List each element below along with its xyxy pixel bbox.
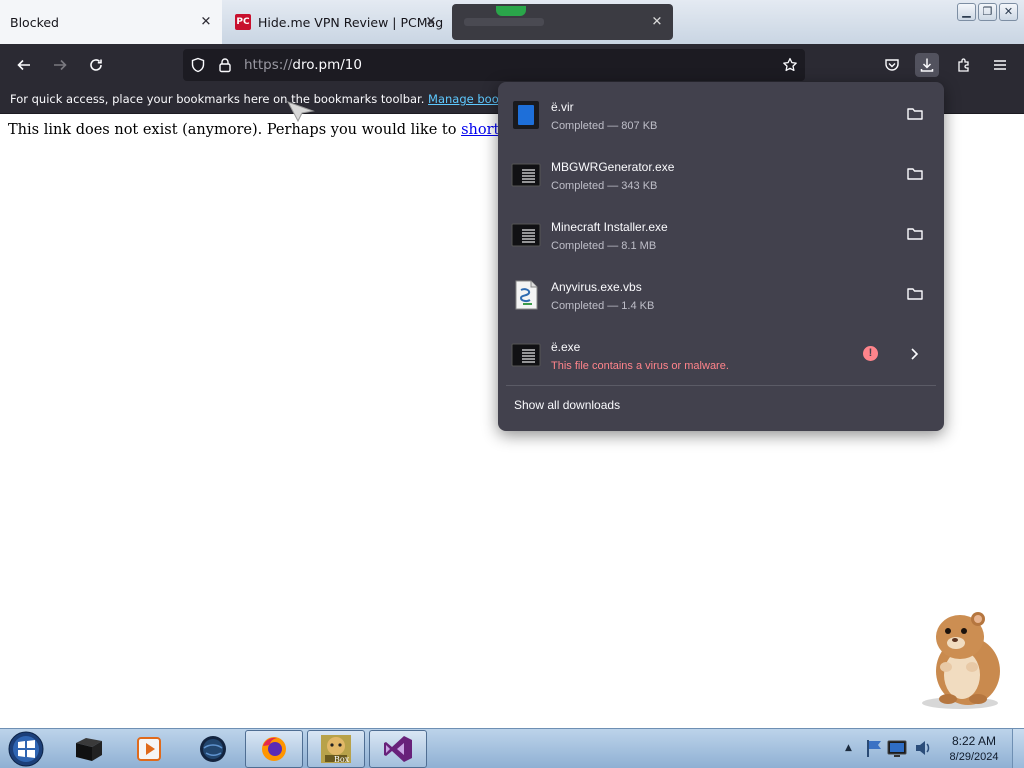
system-clock[interactable]: 8:22 AM 8/29/2024 (940, 733, 1008, 765)
malware-warning-text: This file contains a virus or malware. (551, 360, 729, 372)
tab-label (464, 18, 544, 26)
warning-icon: ! (863, 346, 878, 361)
blue-doc-icon (513, 101, 539, 129)
action-center-flag-icon[interactable] (864, 737, 886, 759)
folder-icon[interactable] (906, 165, 924, 183)
globe-icon (200, 736, 226, 762)
url-host: dro.pm/10 (292, 57, 362, 73)
folder-icon[interactable] (906, 105, 924, 123)
forward-arrow-icon[interactable] (48, 53, 72, 77)
download-item[interactable]: ë.vir Completed — 807 KB (506, 86, 936, 142)
bookmarks-hint: For quick access, place your bookmarks h… (10, 86, 552, 112)
start-orb-icon[interactable] (6, 730, 46, 768)
tab-label: Hide.me VPN Review | PCMag (258, 14, 444, 30)
firefox-app[interactable] (245, 730, 303, 768)
close-icon[interactable]: ✕ (423, 15, 439, 30)
terminal-app[interactable] (60, 730, 118, 768)
pcmag-favicon-icon: PC (235, 14, 251, 30)
download-status: Completed — 8.1 MB (551, 240, 657, 252)
lock-icon[interactable] (213, 53, 237, 77)
downloads-panel: ë.vir Completed — 807 KB MBGWRGenerator.… (498, 82, 944, 431)
page-message: This link does not exist (anymore). Perh… (8, 122, 568, 138)
tab-pcmag[interactable]: PC Hide.me VPN Review | PCMag ✕ (225, 0, 447, 44)
network-monitor-icon[interactable] (886, 737, 908, 759)
download-item[interactable]: Anyvirus.exe.vbs Completed — 1.4 KB (506, 266, 936, 322)
globe-app[interactable] (184, 730, 242, 768)
download-status: Completed — 807 KB (551, 120, 658, 132)
exe-icon (511, 343, 541, 367)
sandbox-label: Box (334, 755, 350, 764)
download-status: Completed — 1.4 KB (551, 300, 655, 312)
tab-third[interactable]: ✕ (452, 4, 673, 40)
media-player-icon (137, 737, 161, 761)
exe-icon (511, 223, 541, 247)
divider (506, 385, 936, 386)
volume-icon[interactable] (912, 737, 934, 759)
folder-icon[interactable] (906, 225, 924, 243)
media-player-app[interactable] (120, 730, 178, 768)
close-icon[interactable]: ✕ (649, 15, 665, 30)
reload-icon[interactable] (84, 53, 108, 77)
visual-studio-app[interactable] (369, 730, 427, 768)
minimize-icon[interactable]: ▁ (957, 3, 976, 21)
close-icon[interactable]: ✕ (198, 15, 214, 30)
close-window-icon[interactable]: ✕ (999, 3, 1018, 21)
firefox-icon (262, 737, 286, 761)
tab-label: Blocked (10, 14, 59, 30)
pocket-icon[interactable] (880, 53, 904, 77)
download-filename: Anyvirus.exe.vbs (551, 280, 642, 294)
page-message-text: This link does not exist (anymore). Perh… (8, 122, 457, 138)
menu-hamburger-icon[interactable] (988, 53, 1012, 77)
restore-icon[interactable]: ❐ (978, 3, 997, 21)
url-bar[interactable]: https://dro.pm/10 (183, 49, 805, 81)
download-item-blocked[interactable]: ë.exe This file contains a virus or malw… (506, 326, 936, 382)
window-controls: ▁ ❐ ✕ (957, 3, 1018, 21)
taskbar: Box ▲ 8:22 AM 8/29/2024 (0, 728, 1024, 768)
visual-studio-icon (384, 736, 412, 762)
tab-strip: Blocked ✕ PC Hide.me VPN Review | PCMag … (0, 0, 1024, 44)
tab-blocked[interactable]: Blocked ✕ (0, 0, 222, 44)
terminal-icon (76, 738, 102, 761)
show-desktop-button[interactable] (1012, 729, 1024, 768)
tray-expand-icon[interactable]: ▲ (845, 743, 852, 753)
folder-icon[interactable] (906, 285, 924, 303)
download-item[interactable]: MBGWRGenerator.exe Completed — 343 KB (506, 146, 936, 202)
downloads-icon[interactable] (915, 53, 939, 77)
script-icon (515, 280, 538, 310)
navigation-toolbar: https://dro.pm/10 (0, 44, 1024, 86)
url-text[interactable]: https://dro.pm/10 (244, 49, 362, 81)
download-filename: Minecraft Installer.exe (551, 220, 668, 234)
hamster-mascot-icon (922, 612, 1000, 709)
bookmark-star-icon[interactable] (778, 53, 802, 77)
show-all-downloads-button[interactable]: Show all downloads (514, 398, 620, 412)
back-arrow-icon[interactable] (12, 53, 36, 77)
bookmarks-message: For quick access, place your bookmarks h… (10, 92, 425, 106)
download-status: Completed — 343 KB (551, 180, 658, 192)
site-favicon-icon (496, 6, 526, 16)
download-filename: ë.exe (551, 340, 581, 354)
clock-time: 8:22 AM (951, 734, 997, 748)
sandbox-app[interactable]: Box (307, 730, 365, 768)
download-filename: ë.vir (551, 100, 574, 114)
url-scheme: https:// (244, 57, 293, 73)
chevron-right-icon[interactable] (906, 346, 922, 362)
clock-date: 8/29/2024 (949, 751, 999, 763)
exe-icon (511, 163, 541, 187)
extensions-puzzle-icon[interactable] (952, 53, 976, 77)
download-filename: MBGWRGenerator.exe (551, 160, 675, 174)
shield-icon[interactable] (186, 53, 210, 77)
download-item[interactable]: Minecraft Installer.exe Completed — 8.1 … (506, 206, 936, 262)
